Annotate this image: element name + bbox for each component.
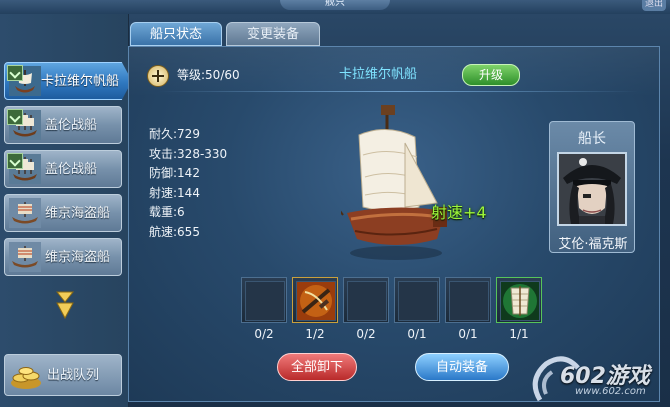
ship-list-label: 维京海盗船 [45, 250, 111, 265]
caravel-ship-image [341, 105, 447, 260]
header-divider [159, 91, 639, 92]
ship-list-label: 盖伦战船 [45, 118, 98, 133]
level-badge-icon [147, 65, 169, 87]
ship-list-item[interactable]: 盖伦战船 [4, 106, 122, 144]
equipment-slot[interactable] [496, 277, 542, 323]
close-button[interactable]: 退出 [642, 0, 666, 11]
equipment-slot[interactable] [394, 277, 440, 323]
upgrade-button[interactable]: 升级 [462, 64, 520, 86]
window-topbar: 舰只 退出 [0, 0, 670, 14]
scroll-down-icon[interactable] [52, 290, 78, 320]
stat-fire-rate: 射速:144 [149, 185, 200, 200]
unequip-all-button[interactable]: 全部卸下 [277, 353, 357, 381]
ship-list-sidebar: 卡拉维尔帆船 盖伦战船 盖伦战船 维京海盗船 维京海盗船 出战队列 [0, 14, 132, 407]
equipment-slot[interactable] [241, 277, 287, 323]
stat-durability: 耐久:729 [149, 127, 200, 141]
brand-url: www.602.com [575, 386, 646, 397]
equipment-slot[interactable] [292, 277, 338, 323]
slot-count: 0/2 [254, 327, 274, 341]
equipment-slot[interactable] [445, 277, 491, 323]
ship-level: 等级:50/60 [177, 68, 240, 82]
tab-change-equipment[interactable]: 变更装备 [226, 22, 320, 46]
ship-stats: 耐久:729 攻击:328-330 防御:142 射速:144 载重:6 航速:… [149, 125, 227, 243]
slot-count: 1/2 [305, 327, 325, 341]
ship-list-label: 盖伦战船 [45, 162, 98, 177]
auto-equip-button[interactable]: 自动装备 [415, 353, 509, 381]
window-title: 舰只 [280, 0, 390, 10]
ship-list-item[interactable]: 维京海盗船 [4, 238, 122, 276]
viking-ship-icon [9, 198, 41, 228]
crossbow-icon [296, 281, 336, 321]
stat-capacity: 载重:6 [149, 205, 185, 220]
fire-rate-buff: 射速+4 [431, 203, 487, 222]
ship-list-item[interactable]: 维京海盗船 [4, 194, 122, 232]
gold-coins-icon [11, 367, 41, 389]
ship-list-label: 维京海盗船 [45, 206, 111, 221]
ship-status-panel: 等级:50/60 卡拉维尔帆船 升级 耐久:729 攻击:328-330 防御:… [128, 46, 660, 402]
viking-ship-icon [9, 242, 41, 272]
ship-window: 舰只 退出 卡拉维尔帆船 盖伦战船 盖伦战船 维京海盗船 维京海盗船 出战队列 … [0, 0, 670, 407]
tab-ship-status[interactable]: 船只状态 [130, 22, 222, 46]
captain-name: 艾伦·福克斯 [558, 237, 628, 252]
slot-count: 0/1 [458, 327, 478, 341]
equipment-slot[interactable] [343, 277, 389, 323]
slot-count: 0/1 [407, 327, 427, 341]
ship-list-label: 卡拉维尔帆船 [41, 74, 120, 89]
stat-speed: 航速:655 [149, 224, 200, 239]
captain-portrait [557, 152, 627, 226]
stat-attack: 攻击:328-330 [149, 146, 228, 161]
ship-list-item[interactable]: 卡拉维尔帆船 [4, 62, 132, 100]
ship-name: 卡拉维尔帆船 [339, 67, 418, 82]
formation-flag-icon [7, 65, 23, 81]
stat-defense: 防御:142 [149, 166, 200, 181]
sail-item-icon [500, 281, 540, 321]
formation-flag-icon [7, 153, 23, 169]
battle-fleet-button[interactable]: 出战队列 [4, 354, 122, 396]
battle-fleet-label: 出战队列 [47, 368, 100, 383]
ship-list-item[interactable]: 盖伦战船 [4, 150, 122, 188]
captain-title: 船长 [578, 131, 606, 147]
slot-count: 0/2 [356, 327, 376, 341]
formation-flag-icon [7, 109, 23, 125]
slot-count: 1/1 [509, 327, 529, 341]
